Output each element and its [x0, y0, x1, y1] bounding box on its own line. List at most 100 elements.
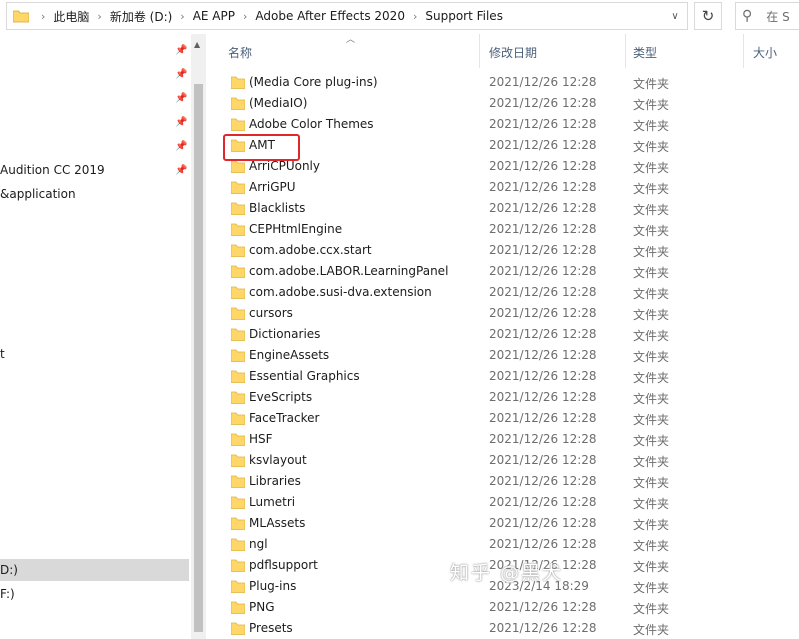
- file-type: 文件夹: [633, 371, 670, 385]
- file-row[interactable]: Blacklists 2021/12/26 12:28 文件夹: [206, 198, 799, 219]
- folder-icon: [230, 328, 246, 341]
- folder-icon: [230, 307, 246, 320]
- file-name: Essential Graphics: [249, 369, 360, 383]
- file-date: 2021/12/26 12:28: [489, 369, 597, 383]
- search-input[interactable]: ⚲ 在 S: [735, 2, 799, 30]
- column-divider[interactable]: [743, 34, 744, 68]
- file-date: 2021/12/26 12:28: [489, 285, 597, 299]
- breadcrumb-this-pc[interactable]: 此电脑: [53, 8, 89, 25]
- folder-icon: [230, 391, 246, 404]
- breadcrumb-ae-app[interactable]: AE APP: [193, 9, 235, 23]
- folder-icon: [230, 496, 246, 509]
- nav-item-drive-d[interactable]: D:): [0, 559, 189, 581]
- file-type: 文件夹: [633, 224, 670, 238]
- file-type: 文件夹: [633, 476, 670, 490]
- file-date: 2021/12/26 12:28: [489, 243, 597, 257]
- column-date[interactable]: 修改日期: [489, 44, 537, 61]
- folder-icon: [230, 559, 246, 572]
- file-type: 文件夹: [633, 329, 670, 343]
- chevron-right-icon[interactable]: ›: [413, 10, 417, 23]
- file-row[interactable]: com.adobe.ccx.start 2021/12/26 12:28 文件夹: [206, 240, 799, 261]
- file-row[interactable]: HSF 2021/12/26 12:28 文件夹: [206, 429, 799, 450]
- file-row[interactable]: (Media Core plug-ins) 2021/12/26 12:28 文件夹: [206, 72, 799, 93]
- file-type: 文件夹: [633, 623, 670, 637]
- breadcrumb-drive-d[interactable]: 新加卷 (D:): [110, 8, 172, 25]
- file-row[interactable]: cursors 2021/12/26 12:28 文件夹: [206, 303, 799, 324]
- file-row[interactable]: Essential Graphics 2021/12/26 12:28 文件夹: [206, 366, 799, 387]
- file-name: MLAssets: [249, 516, 306, 530]
- file-row[interactable]: Libraries 2021/12/26 12:28 文件夹: [206, 471, 799, 492]
- file-row[interactable]: com.adobe.LABOR.LearningPanel 2021/12/26 …: [206, 261, 799, 282]
- file-name: ArriCPUonly: [249, 159, 320, 173]
- chevron-right-icon[interactable]: ›: [243, 10, 247, 23]
- file-row[interactable]: ksvlayout 2021/12/26 12:28 文件夹: [206, 450, 799, 471]
- file-date: 2021/12/26 12:28: [489, 348, 597, 362]
- folder-icon: [230, 349, 246, 362]
- file-type: 文件夹: [633, 119, 670, 133]
- file-type: 文件夹: [633, 455, 670, 469]
- scrollbar-thumb[interactable]: [194, 84, 203, 632]
- file-name: Lumetri: [249, 495, 296, 509]
- file-row[interactable]: (MediaIO) 2021/12/26 12:28 文件夹: [206, 93, 799, 114]
- file-row[interactable]: FaceTracker 2021/12/26 12:28 文件夹: [206, 408, 799, 429]
- breadcrumb-after-effects[interactable]: Adobe After Effects 2020: [255, 9, 405, 23]
- file-row[interactable]: Lumetri 2021/12/26 12:28 文件夹: [206, 492, 799, 513]
- file-name: ksvlayout: [249, 453, 307, 467]
- file-date: 2021/12/26 12:28: [489, 495, 597, 509]
- file-type: 文件夹: [633, 77, 670, 91]
- file-name: com.adobe.susi-dva.extension: [249, 285, 432, 299]
- file-row[interactable]: com.adobe.susi-dva.extension 2021/12/26 1…: [206, 282, 799, 303]
- column-size[interactable]: 大小: [753, 44, 777, 61]
- file-type: 文件夹: [633, 350, 670, 364]
- file-name: Libraries: [249, 474, 301, 488]
- file-type: 文件夹: [633, 518, 670, 532]
- file-row[interactable]: Adobe Color Themes 2021/12/26 12:28 文件夹: [206, 114, 799, 135]
- file-date: 2021/12/26 12:28: [489, 453, 597, 467]
- nav-item-drive-f[interactable]: F:): [0, 583, 15, 605]
- chevron-right-icon[interactable]: ›: [180, 10, 184, 23]
- folder-icon: [230, 538, 246, 551]
- nav-scrollbar[interactable]: ▲: [191, 34, 206, 639]
- folder-icon: [230, 601, 246, 614]
- refresh-button[interactable]: ↻: [694, 2, 722, 30]
- file-date: 2021/12/26 12:28: [489, 432, 597, 446]
- file-name: Dictionaries: [249, 327, 321, 341]
- file-type: 文件夹: [633, 245, 670, 259]
- nav-item-audition[interactable]: Audition CC 2019: [0, 159, 105, 181]
- file-name: HSF: [249, 432, 273, 446]
- folder-icon: [230, 244, 246, 257]
- nav-item-t[interactable]: t: [0, 343, 5, 365]
- file-type: 文件夹: [633, 392, 670, 406]
- search-placeholder: 在 S: [766, 9, 790, 24]
- breadcrumb-support-files[interactable]: Support Files: [425, 9, 503, 23]
- sort-ascending-icon: ︿: [346, 35, 356, 45]
- file-row[interactable]: ngl 2021/12/26 12:28 文件夹: [206, 534, 799, 555]
- file-row[interactable]: Dictionaries 2021/12/26 12:28 文件夹: [206, 324, 799, 345]
- file-row[interactable]: MLAssets 2021/12/26 12:28 文件夹: [206, 513, 799, 534]
- nav-item-label: &application: [0, 187, 76, 201]
- address-dropdown-button[interactable]: ∨: [663, 3, 687, 29]
- file-row[interactable]: EveScripts 2021/12/26 12:28 文件夹: [206, 387, 799, 408]
- column-divider[interactable]: [625, 34, 626, 68]
- file-row[interactable]: ArriGPU 2021/12/26 12:28 文件夹: [206, 177, 799, 198]
- file-row[interactable]: Presets 2021/12/26 12:28 文件夹: [206, 618, 799, 639]
- chevron-right-icon[interactable]: ›: [97, 10, 101, 23]
- scroll-up-icon[interactable]: ▲: [194, 40, 200, 49]
- folder-icon: [13, 10, 29, 23]
- column-divider[interactable]: [479, 34, 480, 68]
- file-date: 2021/12/26 12:28: [489, 516, 597, 530]
- folder-icon: [230, 412, 246, 425]
- file-date: 2021/12/26 12:28: [489, 537, 597, 551]
- folder-icon: [230, 223, 246, 236]
- folder-icon: [230, 202, 246, 215]
- file-name: com.adobe.LABOR.LearningPanel: [249, 264, 449, 278]
- column-type[interactable]: 类型: [633, 44, 657, 61]
- address-bar[interactable]: › 此电脑 › 新加卷 (D:) › AE APP › Adobe After …: [6, 2, 688, 30]
- file-type: 文件夹: [633, 308, 670, 322]
- file-row[interactable]: EngineAssets 2021/12/26 12:28 文件夹: [206, 345, 799, 366]
- file-row[interactable]: PNG 2021/12/26 12:28 文件夹: [206, 597, 799, 618]
- nav-item-application[interactable]: &application: [0, 183, 76, 205]
- file-row[interactable]: CEPHtmlEngine 2021/12/26 12:28 文件夹: [206, 219, 799, 240]
- file-type: 文件夹: [633, 539, 670, 553]
- column-name[interactable]: 名称: [228, 44, 252, 61]
